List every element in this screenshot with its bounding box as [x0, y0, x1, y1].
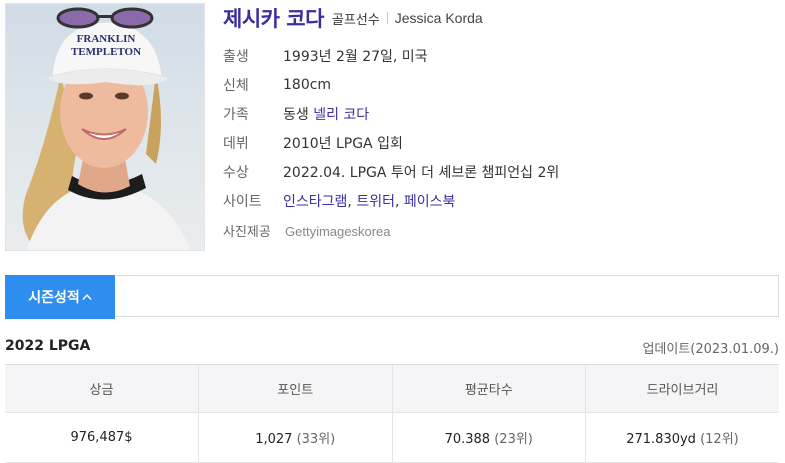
info-row-sites: 사이트 인스타그램, 트위터, 페이스북 [223, 186, 559, 215]
facebook-link[interactable]: 페이스북 [404, 194, 456, 210]
twitter-link[interactable]: 트위터 [356, 194, 395, 210]
info-value-sites: 인스타그램, 트위터, 페이스북 [283, 193, 456, 210]
info-label: 신체 [223, 77, 249, 94]
tab-season-stats-label: 시즌성적 [28, 290, 80, 306]
cell-value: 976,487$ [70, 430, 133, 445]
cell-rank: (33위) [296, 432, 336, 447]
tab-season-stats[interactable]: 시즌성적 [5, 275, 115, 319]
column-header-scoring-avg: 평균타수 [391, 364, 586, 413]
photo-credit-source: Gettyimageskorea [285, 224, 391, 239]
info-row-awards: 수상 2022.04. LPGA 투어 더 셰브론 챔피언십 2위 [223, 157, 559, 186]
info-row-debut: 데뷔 2010년 LPGA 입회 [223, 128, 559, 157]
cell-points: 1,027 (33위) [198, 412, 392, 463]
instagram-link[interactable]: 인스타그램 [283, 194, 347, 210]
info-label: 출생 [223, 48, 249, 65]
family-link-nelly-korda[interactable]: 넬리 코다 [313, 107, 369, 123]
player-photo-illustration: FRANKLIN TEMPLETON [22, 7, 191, 250]
info-value-family: 동생 넬리 코다 [283, 104, 369, 124]
info-label: 가족 [223, 106, 249, 123]
photo-credit-label: 사진제공 [223, 225, 271, 240]
tab-bar: 시즌성적 [5, 275, 779, 319]
player-photo: FRANKLIN TEMPLETON [5, 3, 205, 251]
photo-credit: 사진제공 Gettyimageskorea [223, 221, 391, 240]
column-header-prize: 상금 [5, 364, 199, 413]
cell-scoring-avg: 70.388 (23위) [391, 412, 586, 463]
cell-rank: (23위) [494, 432, 533, 447]
cell-driving-distance: 271.830yd (12위) [585, 412, 779, 463]
table-row: 976,487$ 1,027 (33위) 70.388 (23위) 271.83… [5, 412, 779, 463]
player-english-name: Jessica Korda [394, 10, 483, 26]
table-header-row: 상금 포인트 평균타수 드라이브거리 [5, 364, 779, 413]
info-label: 사이트 [223, 193, 262, 210]
season-stats-table: 상금 포인트 평균타수 드라이브거리 976,487$ 1,027 (33위) … [5, 364, 779, 463]
player-role: 골프선수 [331, 12, 380, 28]
cap-text-line1: FRANKLIN [77, 33, 136, 45]
info-row-birth: 출생 1993년 2월 27일, 미국 [223, 41, 559, 70]
column-header-driving-distance: 드라이브거리 [585, 364, 779, 413]
cell-value: 1,027 [255, 432, 293, 447]
cell-prize: 976,487$ [5, 412, 199, 463]
update-date: 업데이트(2023.01.09.) [642, 342, 779, 357]
cell-rank: (12위) [700, 432, 739, 447]
family-prefix: 동생 [283, 106, 314, 123]
column-header-points: 포인트 [198, 364, 392, 413]
season-title: 2022 LPGA [5, 338, 91, 354]
cell-value: 271.830yd [626, 432, 696, 447]
info-value-debut: 2010년 LPGA 입회 [283, 135, 403, 152]
info-value-birth: 1993년 2월 27일, 미국 [283, 48, 428, 65]
cell-value: 70.388 [444, 432, 491, 447]
info-value-height: 180cm [283, 76, 332, 93]
info-label: 데뷔 [223, 135, 249, 152]
divider [386, 12, 388, 24]
player-name: 제시카 코다 [223, 7, 324, 31]
profile-header: 제시카 코다 골프선수 Jessica Korda [223, 4, 483, 32]
cap-text-line2: TEMPLETON [71, 46, 141, 58]
chevron-up-icon [82, 293, 92, 300]
info-row-body: 신체 180cm [223, 70, 559, 99]
info-label: 수상 [223, 164, 249, 181]
info-value-awards: 2022.04. LPGA 투어 더 셰브론 챔피언십 2위 [283, 164, 560, 181]
info-row-family: 가족 동생 넬리 코다 [223, 99, 559, 128]
profile-info: 출생 1993년 2월 27일, 미국 신체 180cm 가족 동생 넬리 코다… [223, 41, 559, 215]
